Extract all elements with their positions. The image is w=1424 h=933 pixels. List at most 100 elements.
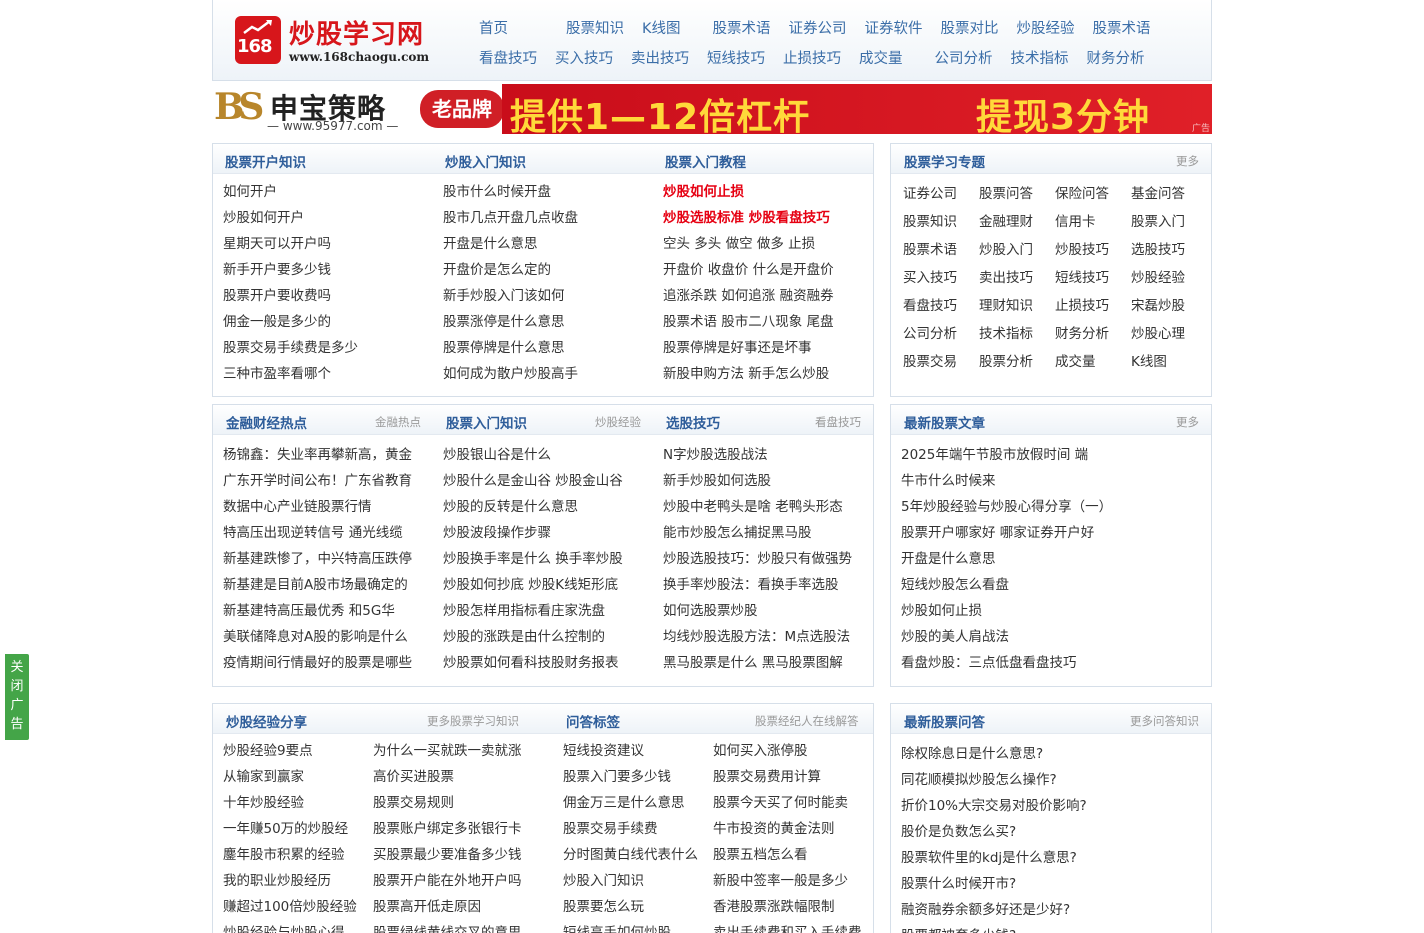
list-item[interactable]: 股价是负数怎么买? xyxy=(901,819,1201,845)
topic-tag[interactable]: 财务分析 xyxy=(1055,320,1131,348)
topic-tag[interactable]: 选股技巧 xyxy=(1131,236,1207,264)
list-item[interactable]: 炒股波段操作步骤 xyxy=(443,520,648,546)
col-title[interactable]: 炒股入门知识 xyxy=(445,151,526,171)
list-item[interactable]: 股票软件里的kdj是什么意思? xyxy=(901,845,1201,871)
list-item[interactable]: 佣金一般是多少的 xyxy=(223,309,428,335)
more-link[interactable]: 看盘技巧 xyxy=(815,414,861,430)
list-item[interactable]: 看盘炒股：三点低盘看盘技巧 xyxy=(901,650,1201,676)
topic-tag[interactable]: 炒股技巧 xyxy=(1055,236,1131,264)
list-item[interactable]: 十年炒股经验 xyxy=(223,790,368,816)
list-item[interactable]: 新手开户要多少钱 xyxy=(223,257,428,283)
nav-item[interactable]: 买入技巧 xyxy=(555,47,613,68)
list-item[interactable]: 牛市什么时候来 xyxy=(901,468,1201,494)
list-item[interactable]: 炒股的反转是什么意思 xyxy=(443,494,648,520)
nav-item[interactable]: 财务分析 xyxy=(1087,47,1145,68)
more-link[interactable]: 更多问答知识 xyxy=(1130,713,1199,729)
list-item[interactable]: 如何买入涨停股 xyxy=(713,738,868,764)
list-item[interactable]: 如何开户 xyxy=(223,179,428,205)
topic-tag[interactable]: 信用卡 xyxy=(1055,208,1131,236)
site-logo[interactable]: 168 炒股学习网 www.168chaogu.com xyxy=(235,14,435,68)
list-item[interactable]: 折价10%大宗交易对股价影响? xyxy=(901,793,1201,819)
list-item[interactable]: 杨锦鑫：失业率再攀新高，黄金 xyxy=(223,442,428,468)
list-item[interactable]: 换手率炒股法：看换手率选股 xyxy=(663,572,868,598)
list-item[interactable]: 牛市投资的黄金法则 xyxy=(713,816,868,842)
list-item[interactable]: 疫情期间行情最好的股票是哪些 xyxy=(223,650,428,676)
more-link[interactable]: 金融热点 xyxy=(375,414,421,430)
list-item[interactable]: 如何成为散户炒股高手 xyxy=(443,361,648,387)
close-ad-button[interactable]: 关闭广告 xyxy=(5,654,29,740)
topic-tag[interactable]: 保险问答 xyxy=(1055,180,1131,208)
list-item-hot[interactable]: 炒股如何止损 xyxy=(663,179,868,205)
topic-tag[interactable]: 技术指标 xyxy=(979,320,1055,348)
nav-item[interactable]: 证券软件 xyxy=(865,17,923,38)
nav-item[interactable]: 股票术语 xyxy=(713,17,771,38)
list-item[interactable]: 股票入门要多少钱 xyxy=(563,764,708,790)
list-item[interactable]: 股票术语 股市二八现象 尾盘 xyxy=(663,309,868,335)
list-item[interactable]: 开盘是什么意思 xyxy=(901,546,1201,572)
list-item[interactable]: 炒股银山谷是什么 xyxy=(443,442,648,468)
box-title[interactable]: 最新股票问答 xyxy=(904,711,985,731)
list-item[interactable]: 炒股的美人肩战法 xyxy=(901,624,1201,650)
list-item[interactable]: 如何选股票炒股 xyxy=(663,598,868,624)
topic-tag[interactable]: 卖出技巧 xyxy=(979,264,1055,292)
nav-item[interactable]: 股票对比 xyxy=(941,17,999,38)
topic-tag[interactable]: K线图 xyxy=(1131,348,1207,376)
nav-item[interactable]: 技术指标 xyxy=(1011,47,1069,68)
list-item[interactable]: 新手炒股入门该如何 xyxy=(443,283,648,309)
list-item[interactable]: 炒股中老鸭头是啥 老鸭头形态 xyxy=(663,494,868,520)
list-item[interactable]: 新基建特高压最优秀 和5G华 xyxy=(223,598,428,624)
list-item[interactable]: 卖出手续费和买入手续费 xyxy=(713,920,868,933)
list-item[interactable]: N字炒股选股战法 xyxy=(663,442,868,468)
topic-tag[interactable]: 炒股心理 xyxy=(1131,320,1207,348)
topic-tag[interactable]: 宋磊炒股 xyxy=(1131,292,1207,320)
more-link[interactable]: 炒股经验 xyxy=(595,414,641,430)
list-item[interactable]: 股票今天买了何时能卖 xyxy=(713,790,868,816)
nav-item[interactable]: 卖出技巧 xyxy=(631,47,689,68)
topic-tag[interactable]: 股票入门 xyxy=(1131,208,1207,236)
list-item[interactable]: 我的职业炒股经历 xyxy=(223,868,368,894)
list-item[interactable]: 香港股票涨跌幅限制 xyxy=(713,894,868,920)
list-item[interactable]: 炒股如何抄底 炒股K线矩形底 xyxy=(443,572,648,598)
list-item[interactable]: 股市什么时候开盘 xyxy=(443,179,648,205)
nav-item[interactable]: 公司分析 xyxy=(935,47,993,68)
topic-tag[interactable]: 炒股经验 xyxy=(1131,264,1207,292)
nav-item[interactable]: 股票知识 xyxy=(566,17,624,38)
ad-banner[interactable]: BS 申宝策略 — www.95977.com — 老品牌 提供1—12倍杠杆 … xyxy=(212,84,1212,134)
list-item[interactable]: 股票什么时候开市? xyxy=(901,871,1201,897)
list-item[interactable]: 炒股如何开户 xyxy=(223,205,428,231)
list-item[interactable]: 炒股经验9要点 xyxy=(223,738,368,764)
topic-tag[interactable]: 股票问答 xyxy=(979,180,1055,208)
col-title[interactable]: 股票入门教程 xyxy=(665,151,746,171)
list-item[interactable]: 三种市盈率看哪个 xyxy=(223,361,428,387)
list-item[interactable]: 鏖年股市积累的经验 xyxy=(223,842,368,868)
list-item[interactable]: 数据中心产业链股票行情 xyxy=(223,494,428,520)
nav-item[interactable]: 股票术语 xyxy=(1093,17,1151,38)
nav-item[interactable]: 短线技巧 xyxy=(707,47,765,68)
col-title[interactable]: 股票开户知识 xyxy=(225,151,306,171)
list-item[interactable]: 炒股经验与炒股心得 xyxy=(223,920,368,933)
nav-item[interactable]: 止损技巧 xyxy=(783,47,841,68)
list-item-hot[interactable]: 炒股选股标准 炒股看盘技巧 xyxy=(663,205,868,231)
topic-tag[interactable]: 基金问答 xyxy=(1131,180,1207,208)
more-link[interactable]: 更多 xyxy=(1176,414,1199,430)
list-item[interactable]: 股票交易手续费 xyxy=(563,816,708,842)
box-title[interactable]: 股票学习专题 xyxy=(904,151,985,171)
list-item[interactable]: 炒股入门知识 xyxy=(563,868,708,894)
list-item[interactable]: 炒股如何止损 xyxy=(901,598,1201,624)
col-title[interactable]: 选股技巧 xyxy=(666,412,720,432)
list-item[interactable]: 2025年端午节股市放假时间 端 xyxy=(901,442,1201,468)
list-item[interactable]: 短线高手如何炒股 xyxy=(563,920,708,933)
topic-tag[interactable]: 看盘技巧 xyxy=(903,292,979,320)
topic-tag[interactable]: 金融理财 xyxy=(979,208,1055,236)
list-item[interactable]: 新基建跌惨了，中兴特高压跌停 xyxy=(223,546,428,572)
list-item[interactable]: 特高压出现逆转信号 通光线缆 xyxy=(223,520,428,546)
list-item[interactable]: 同花顺模拟炒股怎么操作? xyxy=(901,767,1201,793)
list-item[interactable]: 股票绿线黄线交叉的意思 xyxy=(373,920,553,933)
topic-tag[interactable]: 股票分析 xyxy=(979,348,1055,376)
nav-item[interactable]: 成交量 xyxy=(859,47,903,68)
list-item[interactable]: 从输家到赢家 xyxy=(223,764,368,790)
list-item[interactable]: 股票都被套多少钱? xyxy=(901,923,1201,933)
list-item[interactable]: 星期天可以开户吗 xyxy=(223,231,428,257)
list-item[interactable]: 股票停牌是什么意思 xyxy=(443,335,648,361)
nav-item[interactable]: 证券公司 xyxy=(789,17,847,38)
